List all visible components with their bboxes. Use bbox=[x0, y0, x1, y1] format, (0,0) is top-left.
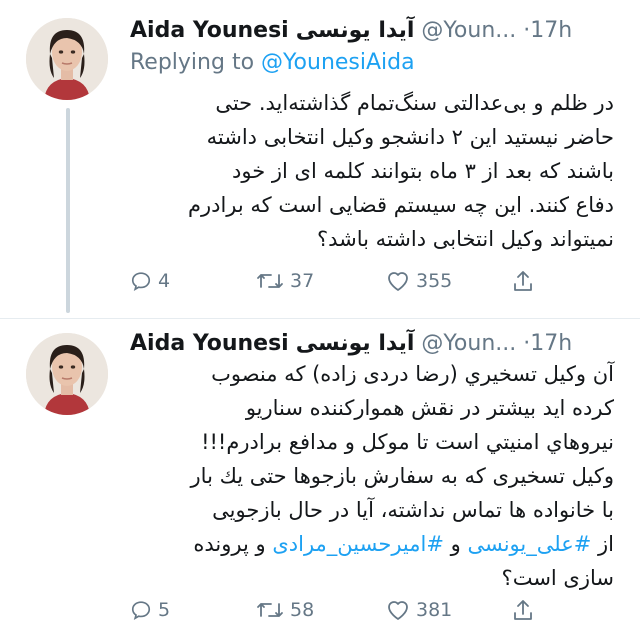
tweet-text: در ظلم و بی‌عدالتی سنگ‌تمام گذاشته‌اید. … bbox=[126, 86, 614, 256]
tweet-actions: 5 58 381 bbox=[130, 595, 600, 625]
tweet-text: آن وکیل تسخیري (رضا دردی زاده) که منصوب … bbox=[126, 357, 614, 595]
tweet-text-line: با خانواده ها تماس نداشته، آیا در حال با… bbox=[212, 498, 614, 522]
timestamp[interactable]: 17h bbox=[530, 18, 572, 43]
avatar-image bbox=[26, 18, 108, 100]
timestamp[interactable]: 17h bbox=[530, 331, 572, 356]
reply-button[interactable]: 5 bbox=[130, 595, 170, 625]
like-count: 381 bbox=[416, 599, 453, 621]
tweet-text-line: باشند که بعد از ۳ ماه بتوانند کلمه ای از… bbox=[232, 159, 614, 183]
avatar[interactable] bbox=[26, 333, 108, 415]
tweet-text-line: سازی است؟ bbox=[501, 566, 614, 590]
share-button[interactable] bbox=[512, 266, 534, 296]
tweet-actions: 4 37 355 bbox=[130, 266, 600, 296]
tweet-text-line: در ظلم و بی‌عدالتی سنگ‌تمام گذاشته‌اید. … bbox=[215, 91, 614, 115]
avatar[interactable] bbox=[26, 18, 108, 100]
display-name[interactable]: Aida Younesi bbox=[130, 331, 289, 356]
tweet-text-line: از #علی_یونسی و #امیرحسین_مرادی و پرونده bbox=[126, 527, 614, 561]
replying-to: Replying to @YounesiAida bbox=[130, 48, 415, 78]
tweet-text-line: وکیل تسخیری که به سفارش بازجوها حتی یك ب… bbox=[190, 464, 614, 488]
tweet-text-line: آن وکیل تسخیري (رضا دردی زاده) که منصوب bbox=[211, 362, 614, 386]
hashtag-link[interactable]: #امیرحسین_مرادی bbox=[272, 532, 444, 556]
avatar-image bbox=[26, 333, 108, 415]
display-name-fa[interactable]: آیدا یونسی bbox=[296, 331, 415, 356]
retweet-icon bbox=[257, 274, 283, 288]
retweet-count: 58 bbox=[290, 599, 315, 621]
retweet-icon bbox=[257, 603, 283, 617]
text-fragment: از bbox=[598, 532, 614, 556]
tweet-thread: Aida Younesi آیدا یونسی @Youn... ·17h Re… bbox=[0, 0, 640, 644]
retweet-button[interactable]: 37 bbox=[256, 266, 314, 296]
tweet-2[interactable]: Aida Younesi آیدا یونسی @Youn... ·17h آن… bbox=[0, 319, 640, 644]
like-button[interactable]: 381 bbox=[386, 595, 452, 625]
replying-to-label: Replying to bbox=[130, 50, 255, 75]
retweet-count: 37 bbox=[290, 270, 315, 292]
reply-icon bbox=[131, 272, 151, 291]
display-name-fa[interactable]: آیدا یونسی bbox=[296, 18, 415, 43]
text-fragment: و bbox=[450, 532, 461, 556]
display-name[interactable]: Aida Younesi bbox=[130, 18, 289, 43]
tweet-header: Aida Younesi آیدا یونسی @Youn... ·17h bbox=[130, 14, 630, 48]
tweet-text-line: نیروهاي امنیتي است تا موکل و مدافع برادر… bbox=[201, 430, 614, 454]
text-fragment: و پرونده bbox=[193, 532, 266, 556]
user-handle[interactable]: @Youn... bbox=[421, 18, 516, 43]
share-icon bbox=[514, 271, 532, 291]
heart-icon bbox=[388, 601, 408, 620]
tweet-text-line: کرده اید بیشتر در نقش هموارکننده سناریو bbox=[245, 396, 614, 420]
tweet-header: Aida Younesi آیدا یونسی @Youn... ·17h bbox=[130, 327, 630, 361]
reply-icon bbox=[131, 601, 151, 620]
share-icon bbox=[514, 600, 532, 620]
tweet-text-line: حاضر نیستید این ۲ دانشجو وکیل انتخابی دا… bbox=[206, 125, 614, 149]
tweet-1[interactable]: Aida Younesi آیدا یونسی @Youn... ·17h Re… bbox=[0, 0, 640, 318]
share-button[interactable] bbox=[512, 595, 534, 625]
retweet-button[interactable]: 58 bbox=[256, 595, 314, 625]
user-handle[interactable]: @Youn... bbox=[421, 331, 516, 356]
tweet-text-line: نمیتواند وکیل انتخابی داشته باشد؟ bbox=[317, 227, 614, 251]
tweet-text-line: دفاع کنند. این چه سیستم قضایی است که برا… bbox=[187, 193, 614, 217]
replying-to-link[interactable]: @YounesiAida bbox=[261, 50, 415, 75]
like-count: 355 bbox=[416, 270, 453, 292]
reply-count: 4 bbox=[158, 270, 171, 292]
reply-button[interactable]: 4 bbox=[130, 266, 170, 296]
reply-count: 5 bbox=[158, 599, 171, 621]
heart-icon bbox=[388, 272, 408, 291]
like-button[interactable]: 355 bbox=[386, 266, 452, 296]
hashtag-link[interactable]: #علی_یونسی bbox=[467, 532, 591, 556]
